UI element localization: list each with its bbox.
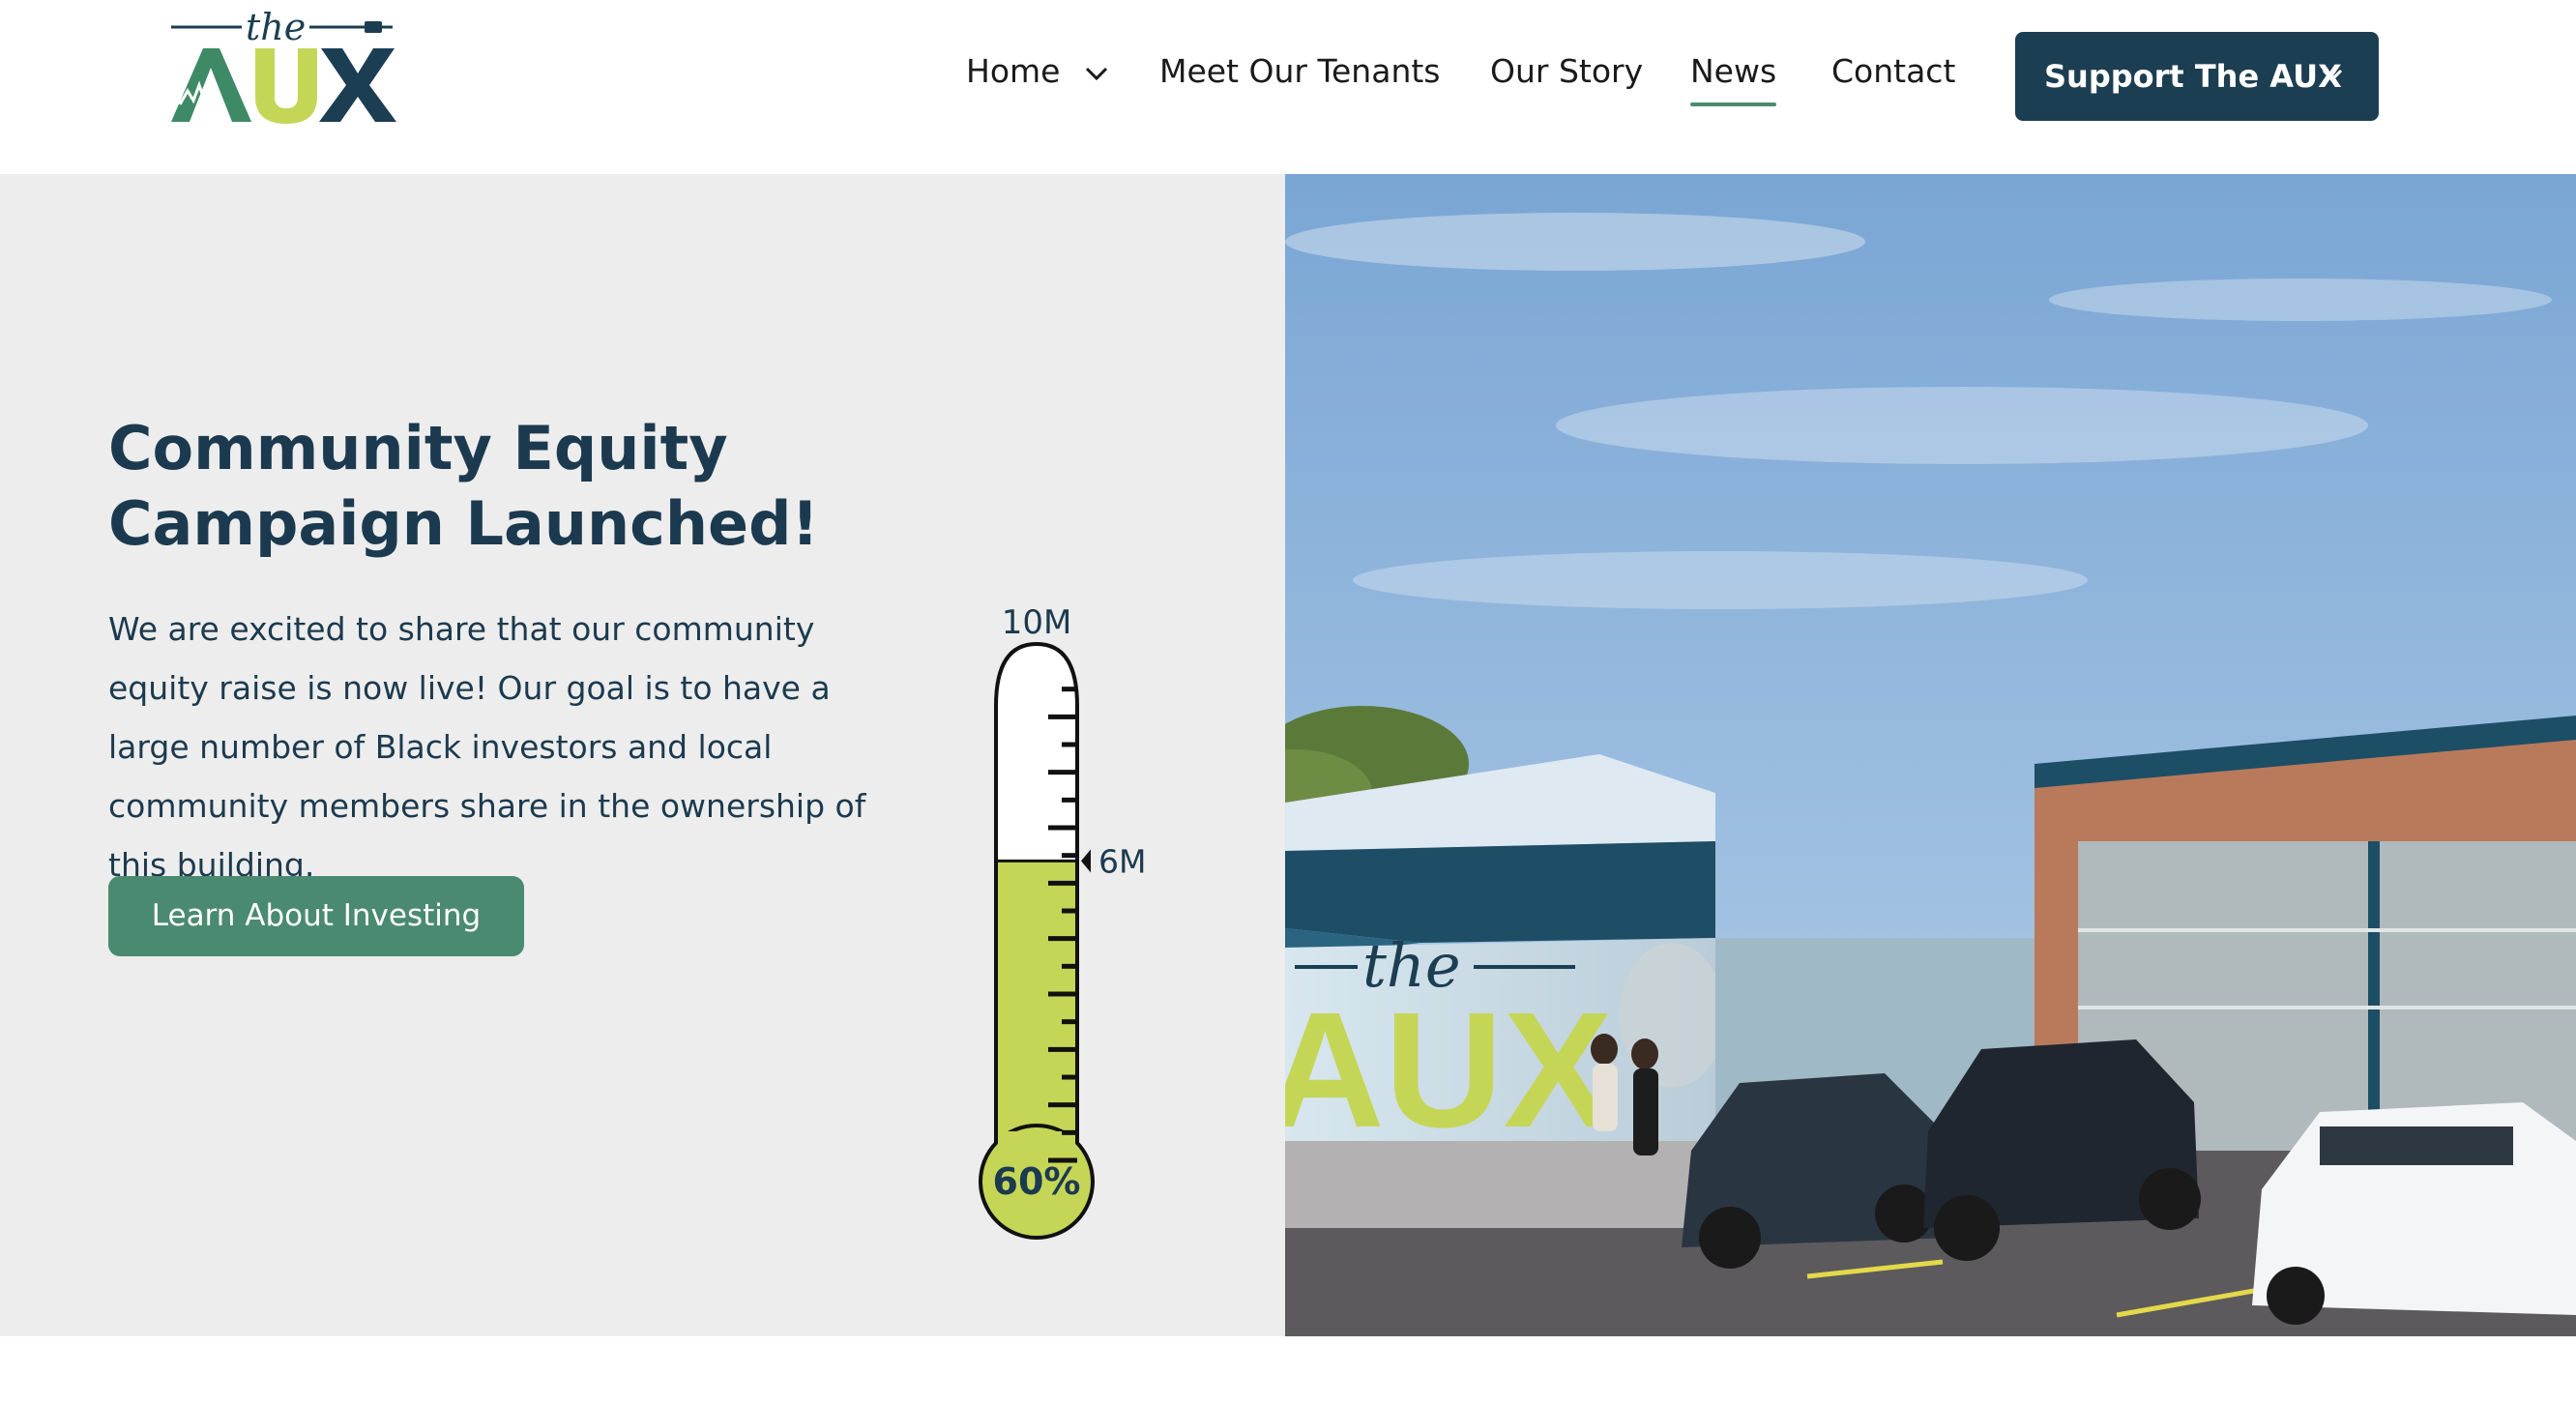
hero-title-line-1: Community Equity [108,413,728,483]
thermometer-percent-label: 60% [993,1160,1081,1203]
nav-meet-our-tenants[interactable]: Meet Our Tenants [1159,43,1441,101]
page-below-fold [0,1336,2576,1404]
building-rendering: the AUX [1285,174,2576,1336]
nav-news[interactable]: News [1690,43,1777,106]
mural-logo: the AUX [1285,930,1613,1162]
fundraising-thermometer: 10M 6M 60% [948,416,1180,1267]
hero-image: the AUX [1285,174,2576,1336]
nav-our-story-label: Our Story [1490,52,1644,90]
support-the-aux-button[interactable]: Support The AUX [2015,32,2379,121]
nav-home[interactable]: Home [966,43,1109,101]
thermometer-marker-label: 6M [1098,842,1146,880]
nav-home-label: Home [966,52,1061,90]
hero-title-line-2: Campaign Launched! [108,488,819,559]
chevron-down-icon [2322,69,2343,82]
mural-aux-text: AUX [1285,979,1613,1162]
thermometer-marker-icon [1081,849,1091,873]
thermometer-fill [998,861,1075,1164]
nav-news-label: News [1690,52,1777,90]
hero-text-panel: Community Equity Campaign Launched! We a… [0,174,1285,1336]
nav-our-story[interactable]: Our Story [1490,43,1643,101]
nav-meet-our-tenants-label: Meet Our Tenants [1159,52,1441,90]
nav-contact-label: Contact [1831,52,1956,90]
chevron-down-icon [1085,67,1108,80]
learn-about-investing-button[interactable]: Learn About Investing [108,876,524,956]
thermometer-top-label: 10M [1002,603,1072,642]
support-the-aux-label: Support The AUX [2044,58,2342,95]
site-header: the Home Meet Our Tenants Our Story News [0,0,2576,174]
hero-description: We are excited to share that our communi… [108,610,866,884]
nav-contact[interactable]: Contact [1831,43,1955,101]
hero-title: Community Equity Campaign Launched! [108,411,940,562]
